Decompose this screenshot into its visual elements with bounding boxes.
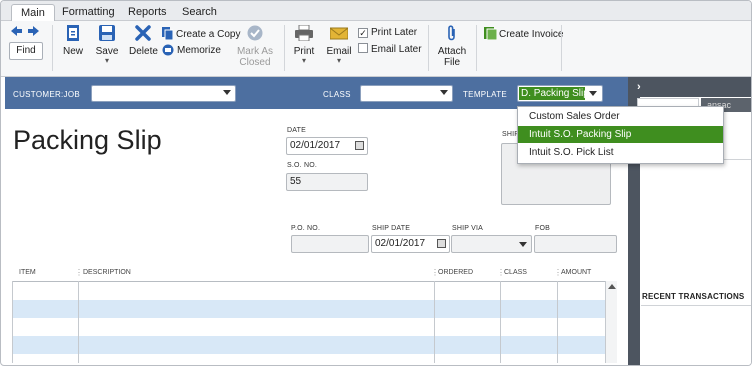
class-select[interactable] xyxy=(360,85,453,102)
checkbox-checked-icon: ✓ xyxy=(358,28,368,38)
memorize-button[interactable]: Memorize xyxy=(162,44,221,60)
fob-field[interactable] xyxy=(534,235,617,253)
dropdown-option-pick-list[interactable]: Intuit S.O. Pick List xyxy=(518,144,723,161)
class-label: CLASS xyxy=(323,90,351,99)
form-title: Packing Slip xyxy=(13,125,162,155)
chevron-down-icon xyxy=(589,91,597,96)
checkmark-circle-icon xyxy=(233,25,277,44)
table-scrollbar[interactable] xyxy=(605,281,617,363)
column-header-item[interactable]: ITEM xyxy=(19,269,36,276)
new-button[interactable]: New xyxy=(61,25,85,57)
ship-via-select[interactable] xyxy=(451,235,532,253)
recent-transactions-heading: RECENT TRANSACTIONS xyxy=(642,292,745,301)
table-row[interactable] xyxy=(12,354,605,365)
calendar-icon[interactable] xyxy=(437,239,446,248)
chevron-down-icon xyxy=(519,242,527,247)
email-button[interactable]: Email ▾ xyxy=(325,25,353,65)
customer-job-select[interactable] xyxy=(91,85,236,102)
template-selected-value: D. Packing Slip xyxy=(519,87,585,100)
expand-chevron-icon[interactable]: › xyxy=(637,81,641,93)
chevron-down-icon xyxy=(223,90,231,95)
date-field[interactable]: 02/01/2017 xyxy=(286,137,368,155)
chevron-down-icon: ▾ xyxy=(336,56,341,65)
print-button[interactable]: Print ▾ xyxy=(291,24,317,65)
checkbox-unchecked-icon xyxy=(358,43,368,53)
window: Main Formatting Reports Search Find New … xyxy=(0,0,752,366)
template-label: TEMPLATE xyxy=(463,90,508,99)
toolbar: Find New Save ▾ Delete Create a Copy Mem… xyxy=(1,21,751,77)
ship-via-label: SHIP VIA xyxy=(452,225,484,232)
delete-x-icon xyxy=(129,25,157,44)
chevron-down-icon xyxy=(440,90,448,95)
customer-job-label: CUSTOMER:JOB xyxy=(13,90,81,99)
attach-file-button[interactable]: Attach File xyxy=(437,25,467,68)
column-header-amount[interactable]: AMOUNT xyxy=(561,269,591,276)
column-header-description[interactable]: DESCRIPTION xyxy=(83,269,131,276)
find-button[interactable]: Find xyxy=(9,42,43,60)
previous-arrow-icon[interactable] xyxy=(11,26,22,39)
table-row[interactable] xyxy=(12,336,605,354)
table-row[interactable] xyxy=(12,300,605,318)
invoice-icon xyxy=(484,27,498,44)
line-items-table xyxy=(12,281,617,363)
ship-date-field[interactable]: 02/01/2017 xyxy=(371,235,450,253)
tab-formatting[interactable]: Formatting xyxy=(53,4,124,21)
envelope-icon xyxy=(325,25,353,44)
scroll-up-icon[interactable] xyxy=(608,284,616,289)
dropdown-option-custom-sales-order[interactable]: Custom Sales Order xyxy=(518,108,723,125)
po-no-field[interactable] xyxy=(291,235,369,253)
fob-label: FOB xyxy=(535,225,550,232)
print-later-checkbox[interactable]: ✓ Print Later xyxy=(358,27,417,39)
column-header-class[interactable]: CLASS xyxy=(504,269,527,276)
memorize-icon xyxy=(162,44,174,60)
so-no-label: S.O. NO. xyxy=(287,162,317,169)
tab-main[interactable]: Main xyxy=(11,4,55,21)
paperclip-icon xyxy=(437,25,467,44)
table-row[interactable] xyxy=(12,318,605,336)
save-button[interactable]: Save ▾ xyxy=(95,25,119,65)
delete-button[interactable]: Delete xyxy=(129,25,158,57)
dropdown-option-packing-slip[interactable]: Intuit S.O. Packing Slip xyxy=(518,126,723,143)
calendar-icon[interactable] xyxy=(355,141,364,150)
tab-search[interactable]: Search xyxy=(173,4,226,21)
email-later-checkbox[interactable]: Email Later xyxy=(358,43,422,56)
tab-reports[interactable]: Reports xyxy=(119,4,176,21)
copy-icon xyxy=(162,27,174,44)
so-no-field[interactable]: 55 xyxy=(286,173,368,191)
create-invoice-button[interactable]: Create Invoice xyxy=(484,27,563,44)
chevron-down-icon: ▾ xyxy=(301,56,306,65)
table-row[interactable] xyxy=(12,282,605,300)
new-document-icon xyxy=(61,25,85,44)
column-header-ordered[interactable]: ORDERED xyxy=(438,269,473,276)
chevron-down-icon: ▾ xyxy=(104,56,109,65)
date-label: DATE xyxy=(287,127,306,134)
po-no-label: P.O. NO. xyxy=(291,225,321,232)
panel-top-bar: › xyxy=(628,77,751,97)
printer-icon xyxy=(291,24,317,44)
ship-date-label: SHIP DATE xyxy=(372,225,411,232)
ribbon-tab-bar: Main Formatting Reports Search xyxy=(1,1,751,21)
template-dropdown-list: Custom Sales Order Intuit S.O. Packing S… xyxy=(517,106,724,164)
create-a-copy-button[interactable]: Create a Copy xyxy=(162,27,240,44)
template-select[interactable]: D. Packing Slip xyxy=(517,85,603,102)
save-disk-icon xyxy=(95,25,119,44)
next-arrow-icon[interactable] xyxy=(28,26,39,39)
mark-as-closed-button[interactable]: Mark As Closed xyxy=(233,25,277,68)
